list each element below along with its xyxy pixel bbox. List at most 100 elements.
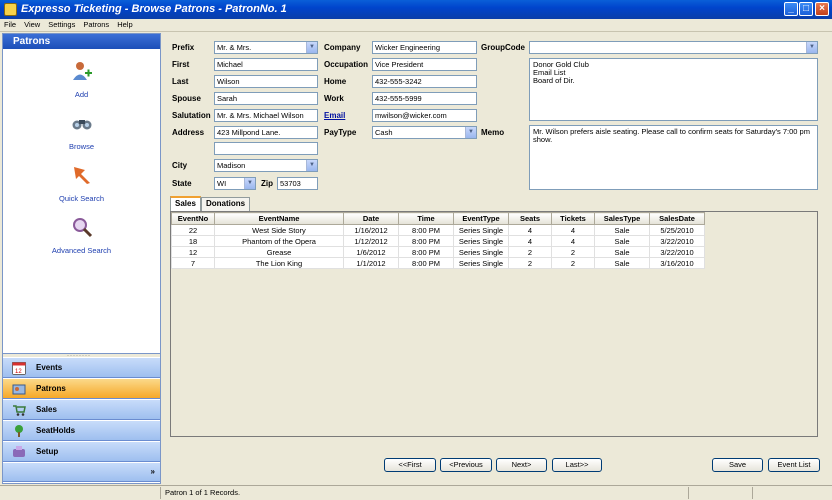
cell-date: 1/6/2012 — [343, 246, 399, 258]
col-date[interactable]: Date — [343, 212, 399, 225]
work-phone-field[interactable]: 432-555-5999 — [372, 92, 477, 105]
cell-eventtype: Series Single — [453, 224, 509, 236]
chevron-down-icon[interactable]: ▼ — [306, 160, 317, 171]
table-row[interactable]: 22 West Side Story 1/16/2012 8:00 PM Ser… — [171, 224, 705, 236]
event-list-button[interactable]: Event List — [768, 458, 820, 472]
paytype-select[interactable]: Cash ▼ — [372, 126, 477, 139]
last-record-button[interactable]: Last>> — [552, 458, 602, 472]
col-eventno[interactable]: EventNo — [171, 212, 215, 225]
col-time[interactable]: Time — [398, 212, 454, 225]
maximize-button[interactable]: □ — [799, 2, 813, 16]
first-name-field[interactable]: Michael — [214, 58, 318, 71]
previous-record-button[interactable]: <Previous — [440, 458, 492, 472]
cell-eventtype: Series Single — [453, 235, 509, 247]
cell-salesdate: 3/16/2010 — [649, 257, 705, 269]
menu-bar: File View Settings Patrons Help — [0, 19, 832, 32]
groupcode-select[interactable]: ▼ — [529, 41, 818, 54]
label-city: City — [172, 161, 188, 170]
menu-file[interactable]: File — [0, 19, 20, 31]
cell-salesdate: 5/25/2010 — [649, 224, 705, 236]
cell-seats: 4 — [508, 235, 552, 247]
label-address: Address — [172, 128, 205, 137]
cell-eventname: Grease — [214, 246, 344, 258]
table-row[interactable]: 12 Grease 1/6/2012 8:00 PM Series Single… — [171, 246, 705, 258]
group-seatholds[interactable]: SeatHolds — [3, 421, 160, 441]
label-company: Company — [324, 43, 361, 52]
table-row[interactable]: 7 The Lion King 1/1/2012 8:00 PM Series … — [171, 257, 705, 269]
next-record-button[interactable]: Next> — [496, 458, 547, 472]
menu-settings[interactable]: Settings — [44, 19, 79, 31]
spouse-field[interactable]: Sarah — [214, 92, 318, 105]
group-more[interactable]: » — [3, 463, 160, 482]
label-groupcode: GroupCode — [481, 43, 525, 52]
group-events[interactable]: 12 Events — [3, 358, 160, 378]
cell-salestype: Sale — [594, 257, 650, 269]
col-eventname[interactable]: EventName — [214, 212, 344, 225]
company-field[interactable]: Wicker Engineering — [372, 41, 477, 54]
address-line1-field[interactable]: 423 Millpond Lane. — [214, 126, 318, 139]
calendar-icon: 12 — [12, 362, 26, 375]
last-name-field[interactable]: Wilson — [214, 75, 318, 88]
home-phone-field[interactable]: 432-555-3242 — [372, 75, 477, 88]
label-spouse: Spouse — [172, 94, 201, 103]
cart-icon — [13, 405, 26, 416]
patrons-icon — [12, 384, 26, 395]
col-salesdate[interactable]: SalesDate — [649, 212, 705, 225]
zip-field[interactable]: 53703 — [277, 177, 318, 190]
menu-help[interactable]: Help — [113, 19, 136, 31]
group-patrons[interactable]: Patrons — [3, 379, 160, 399]
email-field[interactable]: mwilson@wicker.com — [372, 109, 477, 122]
occupation-field[interactable]: Vice President — [372, 58, 477, 71]
cell-eventno: 18 — [171, 235, 215, 247]
tab-sales[interactable]: Sales — [170, 196, 201, 211]
chevron-double-right-icon: » — [150, 467, 155, 476]
navigation-pane: Patrons Add Browse Quick Search Advanced… — [2, 33, 161, 484]
paytype-value: Cash — [375, 128, 393, 137]
state-select[interactable]: WI ▼ — [214, 177, 256, 190]
app-icon — [4, 3, 17, 16]
col-eventtype[interactable]: EventType — [453, 212, 509, 225]
nav-item-quick-search[interactable]: Quick Search — [3, 164, 160, 203]
cell-date: 1/12/2012 — [343, 235, 399, 247]
close-button[interactable]: × — [815, 2, 829, 16]
cell-seats: 4 — [508, 224, 552, 236]
menu-patrons[interactable]: Patrons — [79, 19, 113, 31]
col-salestype[interactable]: SalesType — [594, 212, 650, 225]
table-row[interactable]: 18 Phantom of the Opera 1/12/2012 8:00 P… — [171, 235, 705, 247]
minimize-button[interactable]: _ — [784, 2, 798, 16]
sales-grid: EventNo EventName Date Time EventType Se… — [170, 211, 818, 437]
chevron-down-icon[interactable]: ▼ — [244, 178, 255, 189]
nav-item-label: Add — [74, 90, 89, 99]
cell-salesdate: 3/22/2010 — [649, 235, 705, 247]
chevron-down-icon[interactable]: ▼ — [465, 127, 476, 138]
nav-item-advanced-search[interactable]: Advanced Search — [3, 216, 160, 255]
status-text: Patron 1 of 1 Records. — [165, 488, 241, 497]
group-label: SeatHolds — [36, 426, 76, 435]
prefix-select[interactable]: Mr. & Mrs. ▼ — [214, 41, 318, 54]
group-sales[interactable]: Sales — [3, 400, 160, 420]
save-button[interactable]: Save — [712, 458, 763, 472]
col-seats[interactable]: Seats — [508, 212, 552, 225]
col-tickets[interactable]: Tickets — [551, 212, 595, 225]
cell-salesdate: 3/22/2010 — [649, 246, 705, 258]
first-record-button[interactable]: <<First — [384, 458, 436, 472]
address-line2-field[interactable] — [214, 142, 318, 155]
email-link[interactable]: Email — [324, 111, 345, 121]
chevron-down-icon[interactable]: ▼ — [306, 42, 317, 53]
tab-donations[interactable]: Donations — [201, 197, 251, 211]
chevron-down-icon[interactable]: ▼ — [806, 42, 817, 53]
memo-textarea[interactable]: Mr. Wilson prefers aisle seating. Please… — [529, 125, 818, 190]
groups-list[interactable]: Donor Gold Club Email List Board of Dir. — [529, 58, 818, 121]
salutation-field[interactable]: Mr. & Mrs. Michael Wilson — [214, 109, 318, 122]
pane-splitter[interactable]: ········ — [3, 353, 160, 359]
label-first: First — [172, 60, 190, 69]
city-select[interactable]: Madison ▼ — [214, 159, 318, 172]
nav-item-browse[interactable]: Browse — [3, 112, 160, 151]
cell-tickets: 4 — [551, 235, 595, 247]
nav-item-add[interactable]: Add — [3, 60, 160, 99]
group-label: Sales — [36, 405, 57, 414]
status-divider — [752, 487, 753, 499]
menu-view[interactable]: View — [20, 19, 44, 31]
add-user-icon — [72, 62, 92, 80]
group-setup[interactable]: Setup — [3, 442, 160, 462]
